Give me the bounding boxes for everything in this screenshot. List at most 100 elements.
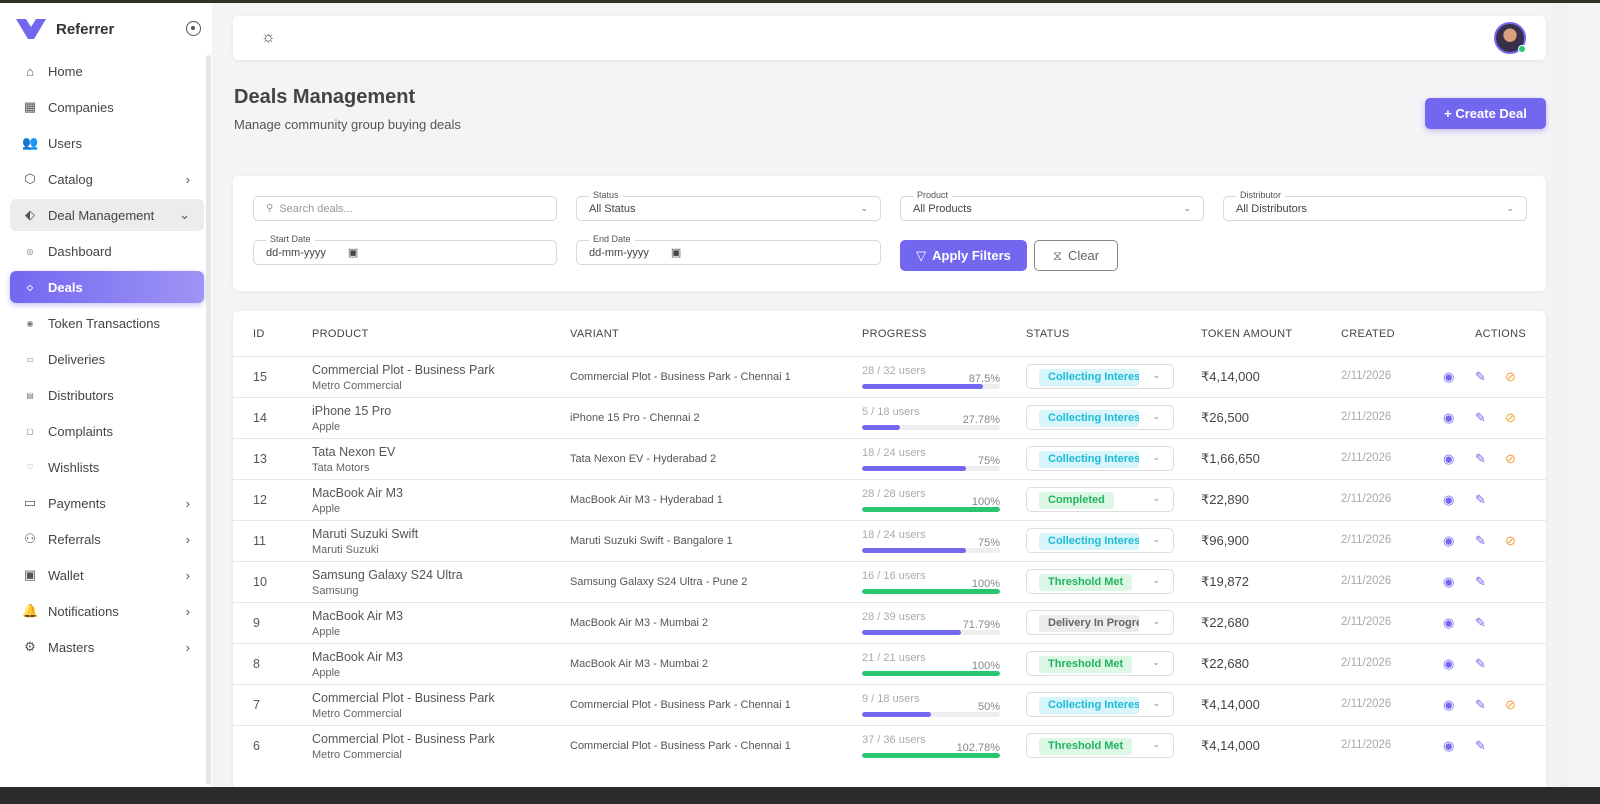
cancel-icon[interactable]: ⊘ — [1505, 697, 1516, 713]
status-badge: Delivery In Progress — [1039, 615, 1139, 632]
sidebar-item-dashboard[interactable]: ◎ Dashboard — [10, 235, 204, 267]
edit-icon[interactable]: ✎ — [1475, 492, 1486, 508]
progress-bar — [862, 589, 1000, 594]
status-select[interactable]: Delivery In Progress ⌄ — [1026, 610, 1174, 635]
calendar-icon[interactable]: ▣ — [348, 246, 358, 259]
sidebar-item-companies[interactable]: ▦ Companies — [10, 91, 204, 123]
edit-icon[interactable]: ✎ — [1475, 615, 1486, 631]
theme-toggle-sun-icon[interactable]: ☼ — [261, 30, 277, 46]
sidebar-pin-icon[interactable] — [186, 21, 201, 36]
deal-id: 10 — [253, 575, 267, 589]
product-brand: Samsung — [312, 585, 359, 597]
edit-icon[interactable]: ✎ — [1475, 451, 1486, 467]
edit-icon[interactable]: ✎ — [1475, 697, 1486, 713]
bell-icon: 🔔 — [22, 603, 39, 618]
progress-text: 18 / 24 users 75% — [862, 447, 1000, 467]
status-select[interactable]: Collecting Interest ⌄ — [1026, 364, 1174, 389]
search-input[interactable]: ⚲ Search deals... — [253, 196, 557, 221]
filter-icon: ▽ — [916, 247, 927, 263]
view-eye-icon[interactable]: ◉ — [1443, 738, 1454, 754]
window-bottom-edge — [0, 787, 1600, 804]
sidebar-item-referrals[interactable]: ⚇ Referrals › — [10, 523, 204, 555]
edit-icon[interactable]: ✎ — [1475, 574, 1486, 590]
product-brand: Apple — [312, 667, 341, 679]
edit-icon[interactable]: ✎ — [1475, 410, 1486, 426]
variant-name: Commercial Plot - Business Park - Chenna… — [570, 699, 791, 711]
progress-fill — [862, 466, 966, 471]
chevron-down-icon: ⌄ — [179, 207, 190, 222]
distributor-select[interactable]: Distributor All Distributors ⌄ — [1223, 190, 1527, 221]
status-select[interactable]: Threshold Met ⌄ — [1026, 569, 1174, 594]
sidebar-item-masters[interactable]: ⚙ Masters › — [10, 631, 204, 663]
view-eye-icon[interactable]: ◉ — [1443, 615, 1454, 631]
token-amount: ₹4,14,000 — [1201, 738, 1260, 753]
progress-fill — [862, 589, 1000, 594]
product-brand: Metro Commercial — [312, 749, 402, 761]
product-select[interactable]: Product All Products ⌄ — [900, 190, 1204, 221]
view-eye-icon[interactable]: ◉ — [1443, 697, 1454, 713]
deal-id: 11 — [253, 534, 266, 548]
cancel-icon[interactable]: ⊘ — [1505, 410, 1516, 426]
start-date-input[interactable]: Start Date dd-mm-yyyy ▣ — [253, 234, 557, 265]
create-deal-button[interactable]: + Create Deal — [1425, 98, 1546, 129]
sidebar-item-catalog[interactable]: ⬡ Catalog › — [10, 163, 204, 195]
view-eye-icon[interactable]: ◉ — [1443, 656, 1454, 672]
status-select[interactable]: Collecting Interest ⌄ — [1026, 446, 1174, 471]
sidebar-item-label: Companies — [48, 99, 114, 115]
sidebar-item-label: Deal Management — [48, 207, 155, 223]
status-select[interactable]: Threshold Met ⌄ — [1026, 651, 1174, 676]
view-eye-icon[interactable]: ◉ — [1443, 369, 1454, 385]
sidebar-item-deal-management[interactable]: ⬖ Deal Management ⌄ — [10, 199, 204, 231]
progress-users: 16 / 16 users — [862, 570, 926, 582]
calendar-icon[interactable]: ▣ — [671, 246, 681, 259]
status-select[interactable]: Status All Status ⌄ — [576, 190, 881, 221]
status-select[interactable]: Threshold Met ⌄ — [1026, 733, 1174, 758]
apply-filters-button[interactable]: ▽ Apply Filters — [900, 240, 1027, 271]
deal-id: 9 — [253, 616, 260, 630]
cancel-icon[interactable]: ⊘ — [1505, 451, 1516, 467]
sidebar-item-deliveries[interactable]: ▭ Deliveries — [10, 343, 204, 375]
user-avatar[interactable] — [1494, 22, 1526, 54]
sidebar-scrollbar[interactable] — [206, 55, 211, 785]
status-select[interactable]: Collecting Interest ⌄ — [1026, 528, 1174, 553]
cancel-icon[interactable]: ⊘ — [1505, 369, 1516, 385]
chevron-down-icon: ⌄ — [1152, 370, 1160, 380]
progress-bar — [862, 425, 1000, 430]
view-eye-icon[interactable]: ◉ — [1443, 574, 1454, 590]
created-date: 2/11/2026 — [1341, 370, 1392, 382]
sidebar-item-complaints[interactable]: ▢ Complaints — [10, 415, 204, 447]
status-select[interactable]: Collecting Interest ⌄ — [1026, 405, 1174, 430]
sidebar: Referrer ⌂ Home ▦ Companies 👥 Users ⬡ Catalog › ⬖… — [0, 3, 212, 787]
sidebar-item-notifications[interactable]: 🔔 Notifications › — [10, 595, 204, 627]
sidebar-item-token-transactions[interactable]: ◉ Token Transactions — [10, 307, 204, 339]
status-badge: Threshold Met — [1039, 656, 1133, 673]
edit-icon[interactable]: ✎ — [1475, 738, 1486, 754]
page-scrollbar[interactable] — [1553, 3, 1568, 787]
edit-icon[interactable]: ✎ — [1475, 369, 1486, 385]
view-eye-icon[interactable]: ◉ — [1443, 492, 1454, 508]
status-badge: Collecting Interest — [1039, 369, 1139, 386]
sidebar-item-distributors[interactable]: ▤ Distributors — [10, 379, 204, 411]
sidebar-item-wallet[interactable]: ▣ Wallet › — [10, 559, 204, 591]
progress-text: 21 / 21 users 100% — [862, 652, 1000, 672]
view-eye-icon[interactable]: ◉ — [1443, 533, 1454, 549]
view-eye-icon[interactable]: ◉ — [1443, 451, 1454, 467]
status-select[interactable]: Collecting Interest ⌄ — [1026, 692, 1174, 717]
view-eye-icon[interactable]: ◉ — [1443, 410, 1454, 426]
status-select[interactable]: Completed ⌄ — [1026, 487, 1174, 512]
sidebar-item-wishlists[interactable]: ♡ Wishlists — [10, 451, 204, 483]
edit-icon[interactable]: ✎ — [1475, 533, 1486, 549]
edit-icon[interactable]: ✎ — [1475, 656, 1486, 672]
sidebar-item-deals[interactable]: ◇ Deals — [10, 271, 204, 303]
end-date-input[interactable]: End Date dd-mm-yyyy ▣ — [576, 234, 881, 265]
clear-filters-button[interactable]: ⧖ Clear — [1034, 240, 1118, 271]
brand[interactable]: Referrer — [0, 3, 212, 55]
sidebar-item-payments[interactable]: ▭ Payments › — [10, 487, 204, 519]
sidebar-item-home[interactable]: ⌂ Home — [10, 55, 204, 87]
product-brand: Apple — [312, 503, 341, 515]
product-name: iPhone 15 Pro — [312, 404, 392, 418]
sidebar-item-users[interactable]: 👥 Users — [10, 127, 204, 159]
table-row: 12 MacBook Air M3 Apple MacBook Air M3 - Hy… — [233, 479, 1546, 520]
cancel-icon[interactable]: ⊘ — [1505, 533, 1516, 549]
created-date: 2/11/2026 — [1341, 616, 1392, 628]
